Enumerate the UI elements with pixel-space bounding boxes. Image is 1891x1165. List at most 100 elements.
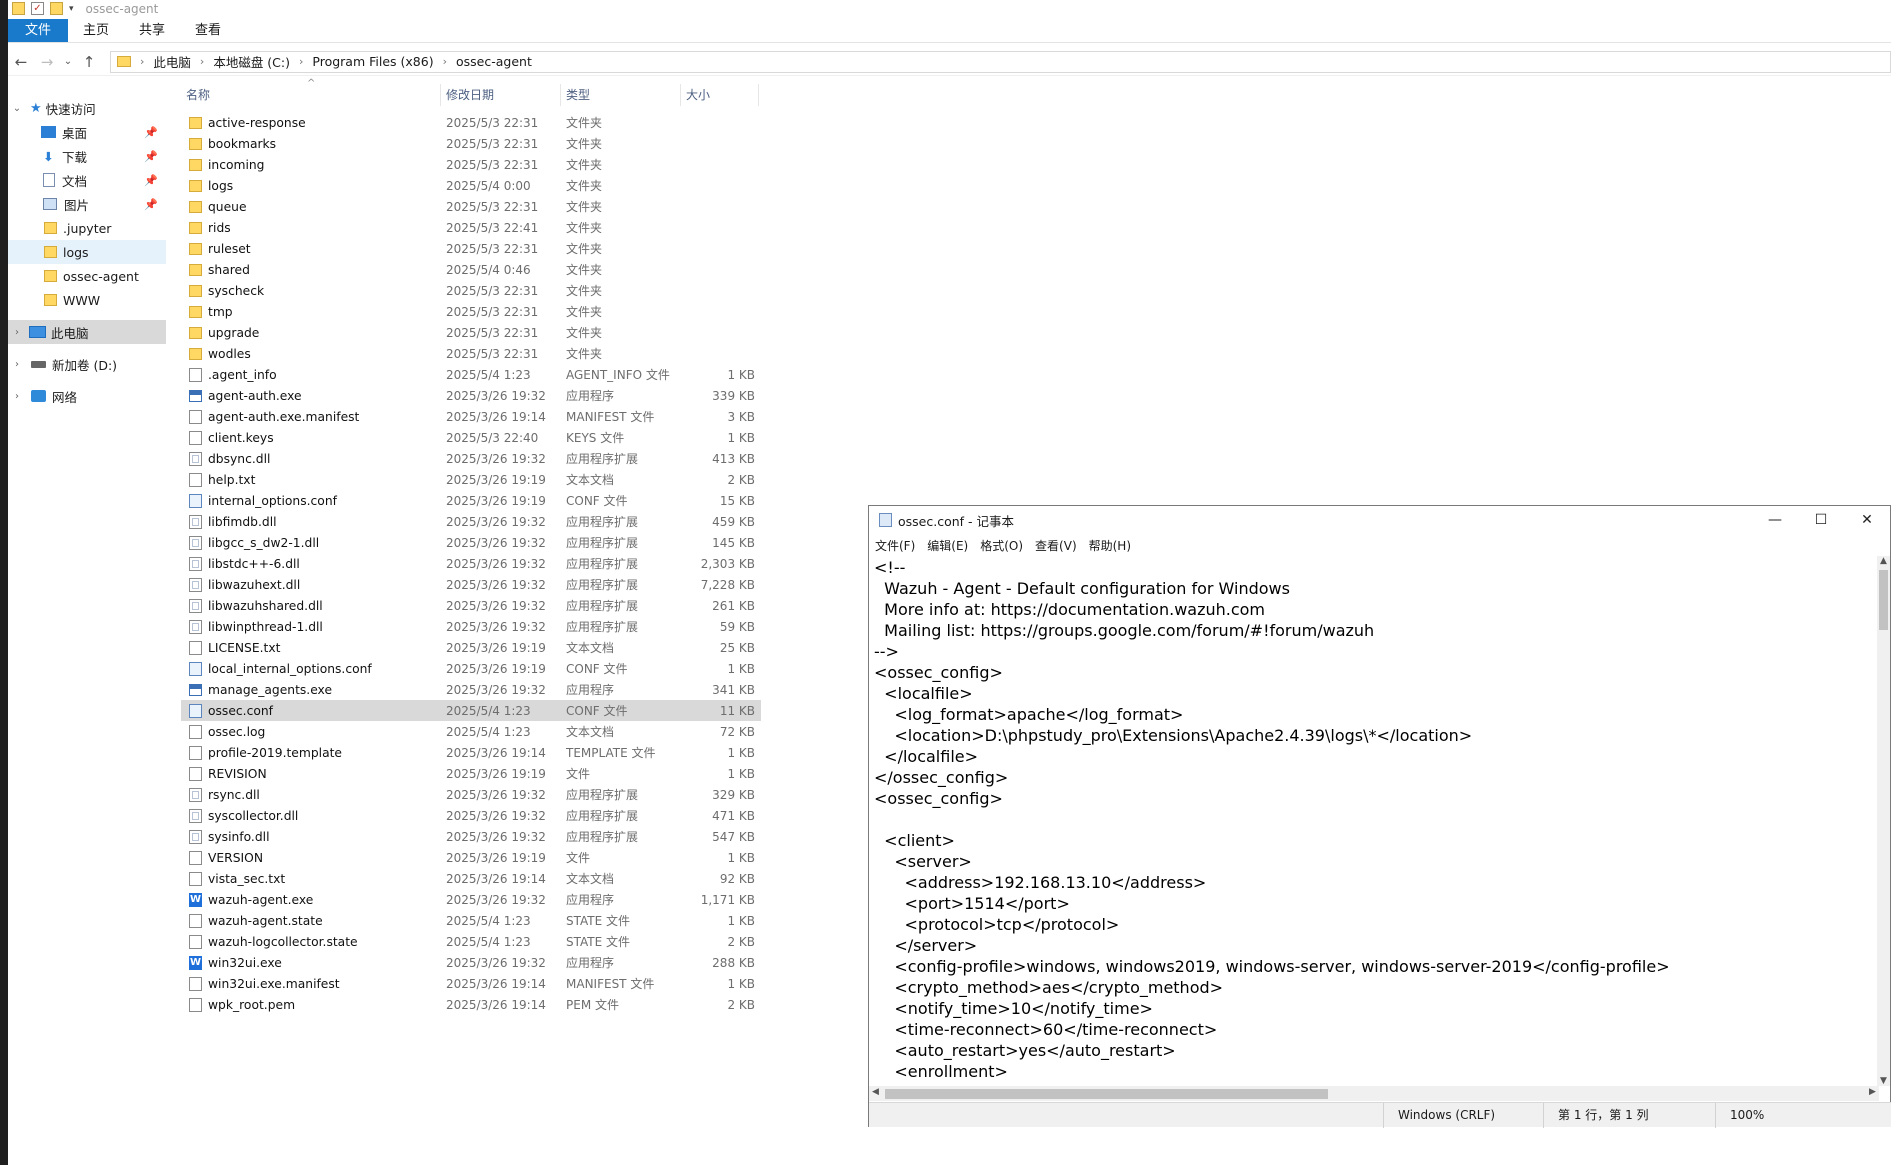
file-row[interactable]: bookmarks 2025/5/3 22:31 文件夹 [181, 133, 761, 154]
file-row[interactable]: wazuh-logcollector.state 2025/5/4 1:23 STA… [181, 931, 761, 952]
nav-item-desktop[interactable]: 桌面 📌 [8, 120, 166, 144]
chevron-right-icon[interactable]: › [140, 55, 144, 68]
file-row[interactable]: dbsync.dll 2025/3/26 19:32 应用程序扩展 413 KB [181, 448, 761, 469]
file-row[interactable]: incoming 2025/5/3 22:31 文件夹 [181, 154, 761, 175]
address-bar[interactable]: › 此电脑 › 本地磁盘 (C:) › Program Files (x86) … [110, 50, 1891, 73]
file-row[interactable]: ossec.log 2025/5/4 1:23 文本文档 72 KB [181, 721, 761, 742]
file-row[interactable]: local_internal_options.conf 2025/3/26 19:… [181, 658, 761, 679]
file-row[interactable]: wodles 2025/5/3 22:31 文件夹 [181, 343, 761, 364]
file-row[interactable]: active-response 2025/5/3 22:31 文件夹 [181, 112, 761, 133]
file-row[interactable]: sysinfo.dll 2025/3/26 19:32 应用程序扩展 547 KB [181, 826, 761, 847]
nav-this-pc[interactable]: › 此电脑 [8, 320, 166, 344]
breadcrumb-this-pc[interactable]: 此电脑 [153, 52, 191, 71]
file-row[interactable]: wpk_root.pem 2025/3/26 19:14 PEM 文件 2 KB [181, 994, 761, 1015]
column-type[interactable]: 类型 [561, 84, 681, 106]
menu-view[interactable]: 查看(V) [1035, 537, 1077, 554]
column-size[interactable]: 大小 [681, 84, 759, 106]
nav-item-jupyter[interactable]: .jupyter [8, 216, 166, 240]
scroll-right-icon[interactable]: ▶ [1866, 1087, 1879, 1097]
file-row[interactable]: logs 2025/5/4 0:00 文件夹 [181, 175, 761, 196]
new-folder-icon[interactable] [50, 2, 63, 15]
pin-icon[interactable]: 📌 [144, 126, 158, 139]
file-row[interactable]: vista_sec.txt 2025/3/26 19:14 文本文档 92 KB [181, 868, 761, 889]
file-row[interactable]: wazuh-agent.state 2025/5/4 1:23 STATE 文件 1 … [181, 910, 761, 931]
file-row[interactable]: manage_agents.exe 2025/3/26 19:32 应用程序 341 … [181, 679, 761, 700]
minimize-icon[interactable]: — [1752, 512, 1798, 528]
file-row[interactable]: agent-auth.exe.manifest 2025/3/26 19:14 MA… [181, 406, 761, 427]
file-row[interactable]: Wwazuh-agent.exe 2025/3/26 19:32 应用程序 1,171… [181, 889, 761, 910]
file-row[interactable]: libwazuhext.dll 2025/3/26 19:32 应用程序扩展 7,22… [181, 574, 761, 595]
file-row[interactable]: internal_options.conf 2025/3/26 19:19 CONF… [181, 490, 761, 511]
file-row[interactable]: syscheck 2025/5/3 22:31 文件夹 [181, 280, 761, 301]
file-row[interactable]: VERSION 2025/3/26 19:19 文件 1 KB [181, 847, 761, 868]
chevron-right-icon[interactable]: › [10, 359, 24, 370]
file-row[interactable]: win32ui.exe.manifest 2025/3/26 19:14 MANIF… [181, 973, 761, 994]
chevron-right-icon[interactable]: › [10, 391, 24, 402]
file-row[interactable]: tmp 2025/5/3 22:31 文件夹 [181, 301, 761, 322]
back-arrow-icon[interactable]: ← [8, 53, 34, 71]
vertical-scroll-thumb[interactable] [1879, 570, 1888, 630]
tab-file[interactable]: 文件 [8, 19, 69, 42]
horizontal-scrollbar[interactable]: ◀ ▶ [869, 1086, 1879, 1101]
file-row[interactable]: libfimdb.dll 2025/3/26 19:32 应用程序扩展 459 KB [181, 511, 761, 532]
tab-view[interactable]: 查看 [180, 19, 236, 42]
file-row[interactable]: libwazuhshared.dll 2025/3/26 19:32 应用程序扩展 2… [181, 595, 761, 616]
chevron-right-icon[interactable]: › [443, 55, 447, 68]
vertical-scrollbar[interactable]: ▲ ▼ [1877, 556, 1890, 1086]
nav-drive-d[interactable]: › 新加卷 (D:) [8, 352, 166, 376]
file-row[interactable]: libwinpthread-1.dll 2025/3/26 19:32 应用程序扩展… [181, 616, 761, 637]
pin-icon[interactable]: 📌 [144, 174, 158, 187]
file-row[interactable]: syscollector.dll 2025/3/26 19:32 应用程序扩展 471… [181, 805, 761, 826]
file-row[interactable]: libstdc++-6.dll 2025/3/26 19:32 应用程序扩展 2,30… [181, 553, 761, 574]
properties-icon[interactable]: ✓ [31, 2, 44, 15]
file-row[interactable]: agent-auth.exe 2025/3/26 19:32 应用程序 339 KB [181, 385, 761, 406]
file-row[interactable]: .agent_info 2025/5/4 1:23 AGENT_INFO 文件 1 K… [181, 364, 761, 385]
nav-item-logs[interactable]: logs [8, 240, 166, 264]
tab-home[interactable]: 主页 [68, 19, 124, 42]
chevron-down-icon[interactable]: ⌄ [10, 103, 24, 114]
up-arrow-icon[interactable]: ↑ [76, 53, 102, 71]
menu-format[interactable]: 格式(O) [980, 537, 1023, 554]
file-row[interactable]: upgrade 2025/5/3 22:31 文件夹 [181, 322, 761, 343]
nav-item-documents[interactable]: 文档 📌 [8, 168, 166, 192]
pin-icon[interactable]: 📌 [144, 198, 158, 211]
menu-edit[interactable]: 编辑(E) [927, 537, 968, 554]
file-row[interactable]: help.txt 2025/3/26 19:19 文本文档 2 KB [181, 469, 761, 490]
column-date-modified[interactable]: 修改日期 [441, 84, 561, 106]
nav-network[interactable]: › 网络 [8, 384, 166, 408]
nav-item-ossec-agent[interactable]: ossec-agent [8, 264, 166, 288]
scroll-left-icon[interactable]: ◀ [869, 1087, 882, 1097]
menu-file[interactable]: 文件(F) [875, 537, 915, 554]
file-row[interactable]: ossec.conf 2025/5/4 1:23 CONF 文件 11 KB [181, 700, 761, 721]
chevron-right-icon[interactable]: › [200, 55, 204, 68]
forward-arrow-icon[interactable]: → [34, 53, 60, 71]
pin-icon[interactable]: 📌 [144, 150, 158, 163]
file-row[interactable]: client.keys 2025/5/3 22:40 KEYS 文件 1 KB [181, 427, 761, 448]
nav-item-www[interactable]: WWW [8, 288, 166, 312]
breadcrumb-program-files[interactable]: Program Files (x86) [312, 54, 433, 69]
scroll-down-icon[interactable]: ▼ [1877, 1076, 1890, 1086]
file-row[interactable]: profile-2019.template 2025/3/26 19:14 TEMP… [181, 742, 761, 763]
scroll-up-icon[interactable]: ▲ [1877, 556, 1890, 566]
file-row[interactable]: ruleset 2025/5/3 22:31 文件夹 [181, 238, 761, 259]
nav-item-pictures[interactable]: 图片 📌 [8, 192, 166, 216]
horizontal-scroll-thumb[interactable] [885, 1089, 1328, 1099]
file-row[interactable]: rsync.dll 2025/3/26 19:32 应用程序扩展 329 KB [181, 784, 761, 805]
nav-quick-access[interactable]: ⌄ ★ 快速访问 [8, 96, 166, 120]
chevron-right-icon[interactable]: › [10, 327, 24, 338]
file-row[interactable]: queue 2025/5/3 22:31 文件夹 [181, 196, 761, 217]
breadcrumb-local-disk[interactable]: 本地磁盘 (C:) [213, 52, 290, 71]
chevron-right-icon[interactable]: › [299, 55, 303, 68]
nav-item-downloads[interactable]: ⬇ 下载 📌 [8, 144, 166, 168]
file-row[interactable]: REVISION 2025/3/26 19:19 文件 1 KB [181, 763, 761, 784]
close-icon[interactable]: ✕ [1844, 512, 1890, 528]
file-row[interactable]: Wwin32ui.exe 2025/3/26 19:32 应用程序 288 KB [181, 952, 761, 973]
maximize-icon[interactable]: ☐ [1798, 512, 1844, 528]
tab-share[interactable]: 共享 [124, 19, 180, 42]
menu-help[interactable]: 帮助(H) [1089, 537, 1131, 554]
file-row[interactable]: shared 2025/5/4 0:46 文件夹 [181, 259, 761, 280]
quick-access-dropdown-icon[interactable]: ▾ [69, 4, 74, 14]
breadcrumb-ossec-agent[interactable]: ossec-agent [456, 54, 532, 69]
file-row[interactable]: LICENSE.txt 2025/3/26 19:19 文本文档 25 KB [181, 637, 761, 658]
file-row[interactable]: libgcc_s_dw2-1.dll 2025/3/26 19:32 应用程序扩展 1… [181, 532, 761, 553]
